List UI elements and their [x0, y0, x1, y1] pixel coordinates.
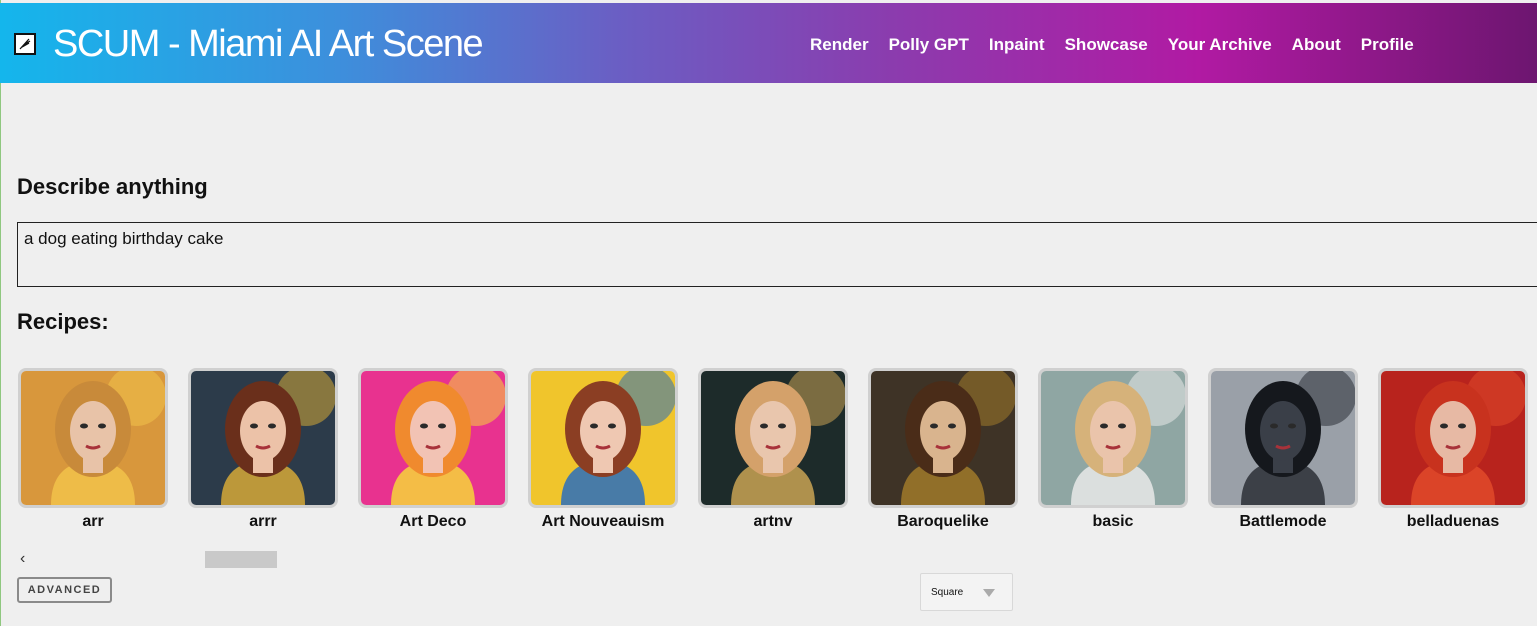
prompt-heading: Describe anything: [17, 174, 208, 199]
recipe-label: artnv: [753, 513, 793, 530]
nav-your-archive[interactable]: Your Archive: [1168, 35, 1272, 55]
recipe-thumbnail-baroquelike[interactable]: [868, 368, 1018, 508]
recipe-label: Baroquelike: [897, 513, 989, 530]
page-edge: [0, 0, 1, 626]
recipe-card[interactable]: arr: [18, 368, 168, 531]
recipe-thumbnail-arrr[interactable]: [188, 368, 338, 508]
main-nav: Render Polly GPT Inpaint Showcase Your Archi…: [810, 35, 1414, 55]
recipe-card[interactable]: Art Deco: [358, 368, 508, 531]
recipe-label: Battlemode: [1239, 513, 1327, 530]
aspect-ratio-select[interactable]: Square: [920, 573, 1013, 611]
recipe-label: belladuenas: [1406, 513, 1500, 530]
nav-inpaint[interactable]: Inpaint: [989, 35, 1045, 55]
recipe-thumbnail-belladuenas[interactable]: [1378, 368, 1528, 508]
recipes-carousel: arr arrr Art Deco Art Nouveauism artnv Baroqu…: [18, 368, 1528, 531]
recipe-thumbnail-battlemode[interactable]: [1208, 368, 1358, 508]
recipes-heading: Recipes:: [17, 309, 109, 334]
feather-icon[interactable]: [14, 33, 36, 55]
nav-profile[interactable]: Profile: [1361, 35, 1414, 55]
recipe-card[interactable]: belladuenas: [1378, 368, 1528, 531]
nav-render[interactable]: Render: [810, 35, 869, 55]
site-title[interactable]: SCUM - Miami AI Art Scene: [53, 22, 484, 66]
recipe-card[interactable]: Baroquelike: [868, 368, 1018, 531]
recipe-card[interactable]: artnv: [698, 368, 848, 531]
recipe-thumbnail-arr[interactable]: [18, 368, 168, 508]
prompt-input[interactable]: a dog eating birthday cake: [17, 222, 1537, 287]
aspect-ratio-value: Square: [931, 586, 964, 598]
carousel-scrollbar-thumb[interactable]: [205, 551, 277, 568]
nav-about[interactable]: About: [1292, 35, 1341, 55]
recipe-card[interactable]: Art Nouveauism: [528, 368, 678, 531]
recipe-label: Art Deco: [399, 513, 467, 530]
recipe-label: arrr: [249, 513, 277, 530]
nav-showcase[interactable]: Showcase: [1065, 35, 1148, 55]
recipe-card[interactable]: Battlemode: [1208, 368, 1358, 531]
recipe-thumbnail-art-deco[interactable]: [358, 368, 508, 508]
recipe-card[interactable]: arrr: [188, 368, 338, 531]
advanced-button[interactable]: ADVANCED: [17, 577, 112, 603]
recipe-label: basic: [1092, 513, 1134, 530]
recipe-label: Art Nouveauism: [541, 513, 665, 530]
recipe-thumbnail-art-nouveauism[interactable]: [528, 368, 678, 508]
recipe-label: arr: [82, 513, 104, 530]
chevron-left-icon[interactable]: ‹: [20, 550, 25, 568]
caret-down-icon: [983, 589, 995, 597]
site-header: SCUM - Miami AI Art Scene Render Polly GP…: [0, 3, 1537, 83]
recipe-thumbnail-artnv[interactable]: [698, 368, 848, 508]
recipe-card[interactable]: basic: [1038, 368, 1188, 531]
recipe-thumbnail-basic[interactable]: [1038, 368, 1188, 508]
nav-polly-gpt[interactable]: Polly GPT: [889, 35, 969, 55]
